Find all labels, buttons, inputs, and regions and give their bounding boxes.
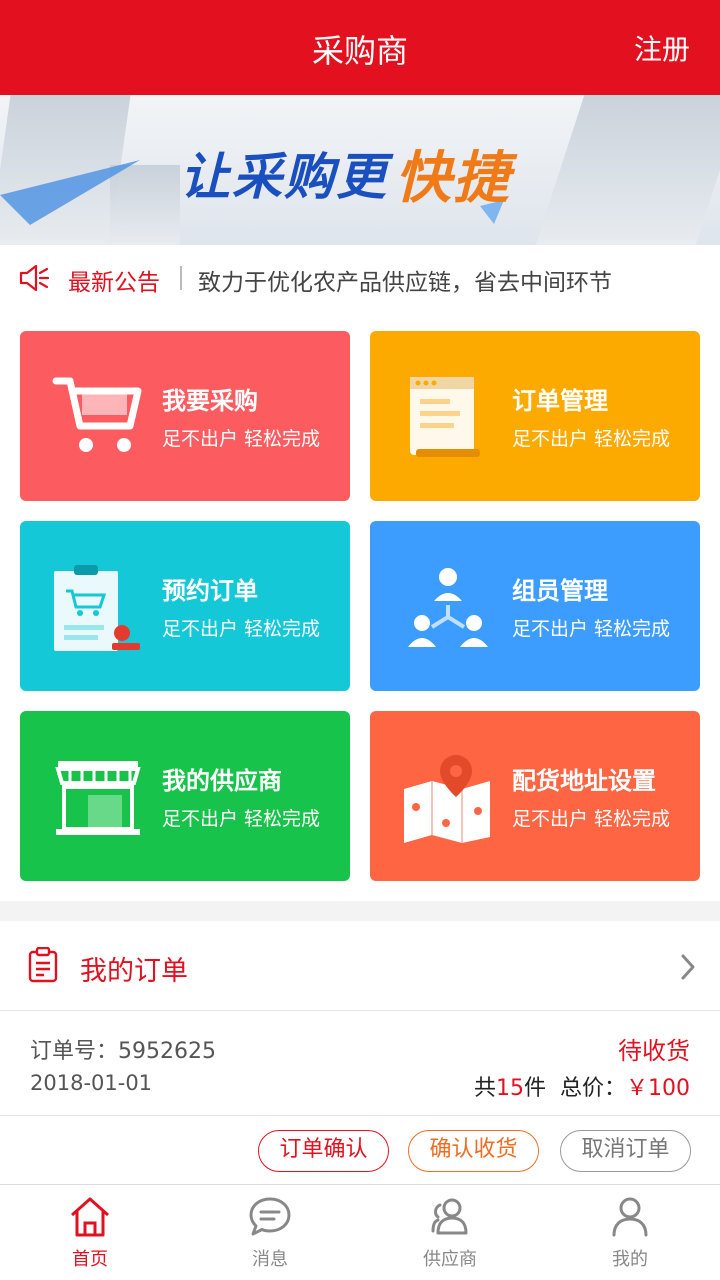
tab-home[interactable]: 首页 [0, 1185, 180, 1280]
promo-banner[interactable]: 让采购更 快捷 [0, 95, 720, 245]
card-team-management[interactable]: 组员管理 足不出户 轻松完成 [370, 521, 700, 691]
supplier-icon [431, 1198, 468, 1235]
count-suffix: 件 [523, 1076, 546, 1101]
total-price: ￥100 [626, 1076, 690, 1101]
card-subtitle: 足不出户 轻松完成 [162, 428, 321, 450]
store-icon [55, 761, 141, 835]
function-grid: 我要采购 足不出户 轻松完成 订单管理 足不出户 轻松完成 预约订单 足不出户 … [0, 311, 720, 901]
price-label: 总价： [559, 1076, 626, 1101]
my-orders-title: 我的订单 [80, 956, 188, 987]
card-subtitle: 足不出户 轻松完成 [162, 808, 321, 830]
team-icon [408, 568, 488, 647]
tab-label: 消息 [252, 1249, 288, 1270]
banner-slogan: 让采购更 [180, 148, 388, 206]
bottom-tab-bar: 首页 消息 供应商 我的 [0, 1184, 720, 1280]
confirm-receipt-button[interactable]: 确认收货 [408, 1130, 539, 1172]
order-status-badge: 待收货 [618, 1037, 690, 1065]
card-title: 我的供应商 [162, 767, 282, 795]
my-orders-header[interactable]: 我的订单 [0, 921, 720, 1011]
tab-messages[interactable]: 消息 [180, 1185, 360, 1280]
tab-label: 首页 [72, 1249, 108, 1270]
clipboard-stamp-icon [54, 565, 140, 651]
card-purchase[interactable]: 我要采购 足不出户 轻松完成 [20, 331, 350, 501]
clipboard-icon [28, 947, 58, 983]
card-order-management[interactable]: 订单管理 足不出户 轻松完成 [370, 331, 700, 501]
card-subtitle: 足不出户 轻松完成 [162, 618, 321, 640]
card-title: 我要采购 [162, 387, 258, 415]
tab-profile[interactable]: 我的 [540, 1185, 720, 1280]
cart-icon [52, 377, 142, 452]
app-header: 采购商 注册 [0, 0, 720, 95]
item-count: 15 [495, 1076, 524, 1101]
count-prefix: 共 [473, 1076, 496, 1101]
message-icon [249, 1197, 291, 1236]
confirm-order-button[interactable]: 订单确认 [258, 1130, 389, 1172]
chevron-right-icon[interactable] [678, 953, 698, 981]
order-number: 订单号：5952625 [30, 1033, 216, 1065]
card-subtitle: 足不出户 轻松完成 [512, 428, 671, 450]
card-reservation[interactable]: 预约订单 足不出户 轻松完成 [20, 521, 350, 691]
card-subtitle: 足不出户 轻松完成 [512, 808, 671, 830]
announcement-bar[interactable]: 最新公告 致力于优化农产品供应链，省去中间环节 [0, 245, 720, 311]
paper-plane-decoration [0, 160, 140, 225]
register-button[interactable]: 注册 [634, 28, 690, 68]
order-number-label: 订单号： [30, 1039, 119, 1064]
building-decoration [535, 95, 720, 245]
card-title: 配货地址设置 [512, 767, 656, 795]
card-my-suppliers[interactable]: 我的供应商 足不出户 轻松完成 [20, 711, 350, 881]
divider [180, 266, 182, 290]
card-title: 预约订单 [162, 577, 258, 605]
card-title: 订单管理 [512, 387, 608, 415]
tab-label: 供应商 [423, 1249, 477, 1270]
card-title: 组员管理 [512, 577, 608, 605]
order-date: 2018-01-01 [30, 1071, 153, 1095]
tab-label: 我的 [612, 1249, 648, 1270]
banner-slogan-accent: 快捷 [395, 146, 511, 211]
document-icon [410, 377, 480, 457]
order-item[interactable]: 订单号：5952625 2018-01-01 待收货 共15件 总价：￥100 [0, 1011, 720, 1116]
home-icon [71, 1197, 109, 1237]
user-icon [612, 1197, 648, 1237]
section-divider [0, 901, 720, 921]
map-pin-icon [404, 755, 490, 843]
order-summary: 共15件 总价：￥100 [474, 1070, 690, 1102]
page-title: 采购商 [311, 32, 408, 70]
order-actions: 订单确认 确认收货 取消订单 [0, 1116, 720, 1184]
cancel-order-button[interactable]: 取消订单 [560, 1130, 691, 1172]
card-subtitle: 足不出户 轻松完成 [512, 618, 671, 640]
order-number-value: 5952625 [118, 1039, 216, 1064]
tab-suppliers[interactable]: 供应商 [360, 1185, 540, 1280]
announcement-text: 致力于优化农产品供应链，省去中间环节 [198, 270, 612, 296]
card-delivery-address[interactable]: 配货地址设置 足不出户 轻松完成 [370, 711, 700, 881]
announcement-label: 最新公告 [68, 270, 160, 296]
speaker-icon [19, 264, 50, 292]
